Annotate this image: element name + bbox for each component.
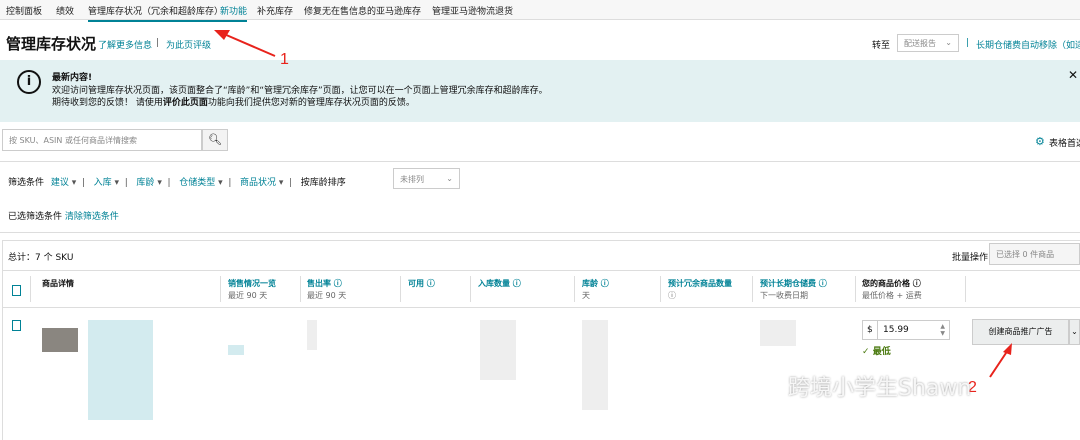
annotation-number-1: 1 [280, 51, 289, 68]
watermark: 跨境小学生Shawn [788, 376, 972, 401]
annotation-arrow-2 [989, 349, 1009, 378]
annotation-arrow-1 [223, 33, 276, 57]
